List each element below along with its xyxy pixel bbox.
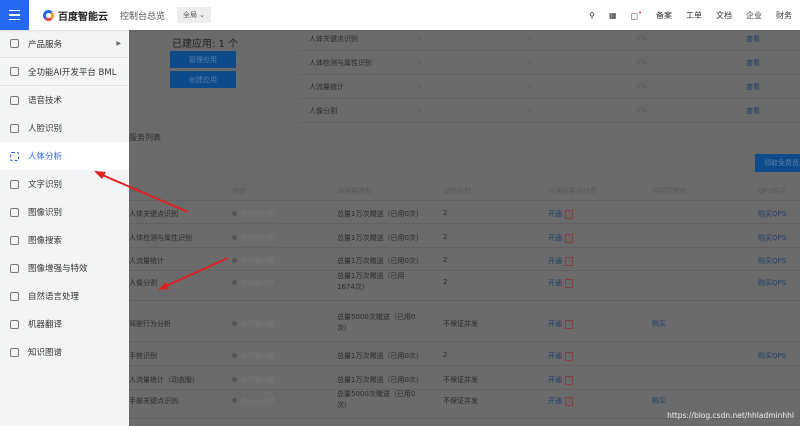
annotation-arrow-2 <box>163 257 229 288</box>
annotation-arrowhead-2 <box>158 282 169 290</box>
annotation-arrow-1 <box>99 173 189 213</box>
annotation-arrowhead-1 <box>94 171 106 179</box>
annotation-arrows <box>94 171 229 290</box>
